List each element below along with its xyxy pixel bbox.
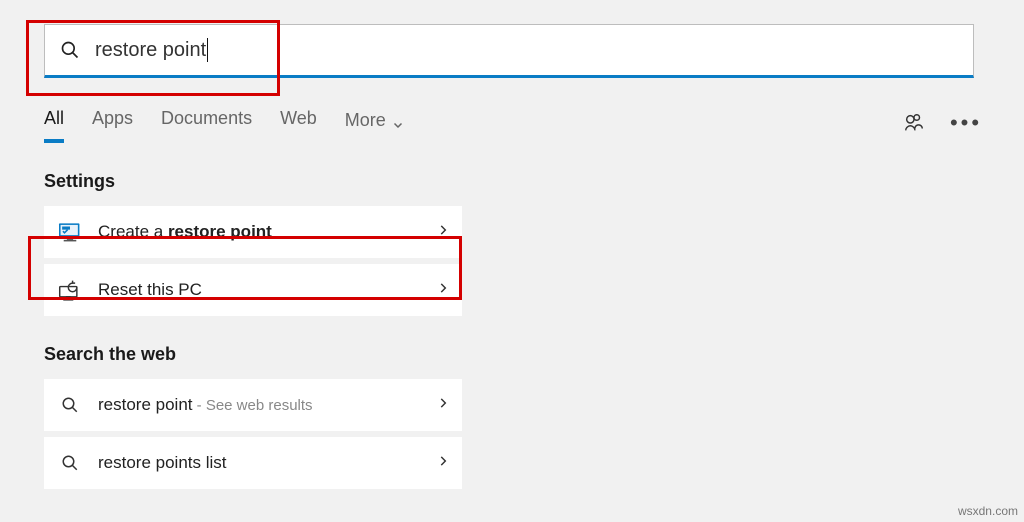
result-web-restore-point[interactable]: restore point - See web results	[44, 379, 462, 431]
ellipsis-icon: •••	[950, 112, 982, 134]
result-reset-this-pc[interactable]: Reset this PC	[44, 264, 462, 316]
result-label: restore points list	[98, 453, 436, 473]
tab-documents-label: Documents	[161, 108, 252, 128]
chevron-right-icon	[436, 454, 450, 473]
reset-pc-icon	[56, 276, 84, 304]
section-title-settings: Settings	[44, 171, 980, 192]
tab-apps-label: Apps	[92, 108, 133, 128]
tab-more[interactable]: More	[345, 102, 404, 143]
filter-tabs-row: All Apps Documents Web More	[44, 102, 980, 143]
tab-all[interactable]: All	[44, 102, 64, 143]
result-create-restore-point[interactable]: Create a restore point	[44, 206, 462, 258]
chevron-down-icon	[392, 115, 404, 127]
result-label: Create a restore point	[98, 222, 436, 242]
tab-apps[interactable]: Apps	[92, 102, 133, 143]
right-actions: •••	[900, 109, 980, 137]
search-icon	[56, 391, 84, 419]
result-label: restore point - See web results	[98, 395, 436, 415]
monitor-restore-icon	[56, 218, 84, 246]
section-title-web: Search the web	[44, 344, 980, 365]
search-box[interactable]: restore point	[44, 24, 974, 78]
chevron-right-icon	[436, 223, 450, 242]
search-icon	[56, 449, 84, 477]
chevron-right-icon	[436, 281, 450, 300]
feedback-icon[interactable]	[900, 109, 928, 137]
more-options-button[interactable]: •••	[952, 109, 980, 137]
tab-web-label: Web	[280, 108, 317, 128]
tab-documents[interactable]: Documents	[161, 102, 252, 143]
result-label: Reset this PC	[98, 280, 436, 300]
settings-results: Create a restore point Reset this PC	[44, 206, 462, 316]
tab-more-label: More	[345, 110, 386, 131]
watermark: wsxdn.com	[958, 504, 1018, 518]
result-web-restore-points-list[interactable]: restore points list	[44, 437, 462, 489]
chevron-right-icon	[436, 396, 450, 415]
filter-tabs: All Apps Documents Web More	[44, 102, 404, 143]
tab-web[interactable]: Web	[280, 102, 317, 143]
web-results: restore point - See web results restore …	[44, 379, 462, 489]
tab-all-label: All	[44, 108, 64, 128]
